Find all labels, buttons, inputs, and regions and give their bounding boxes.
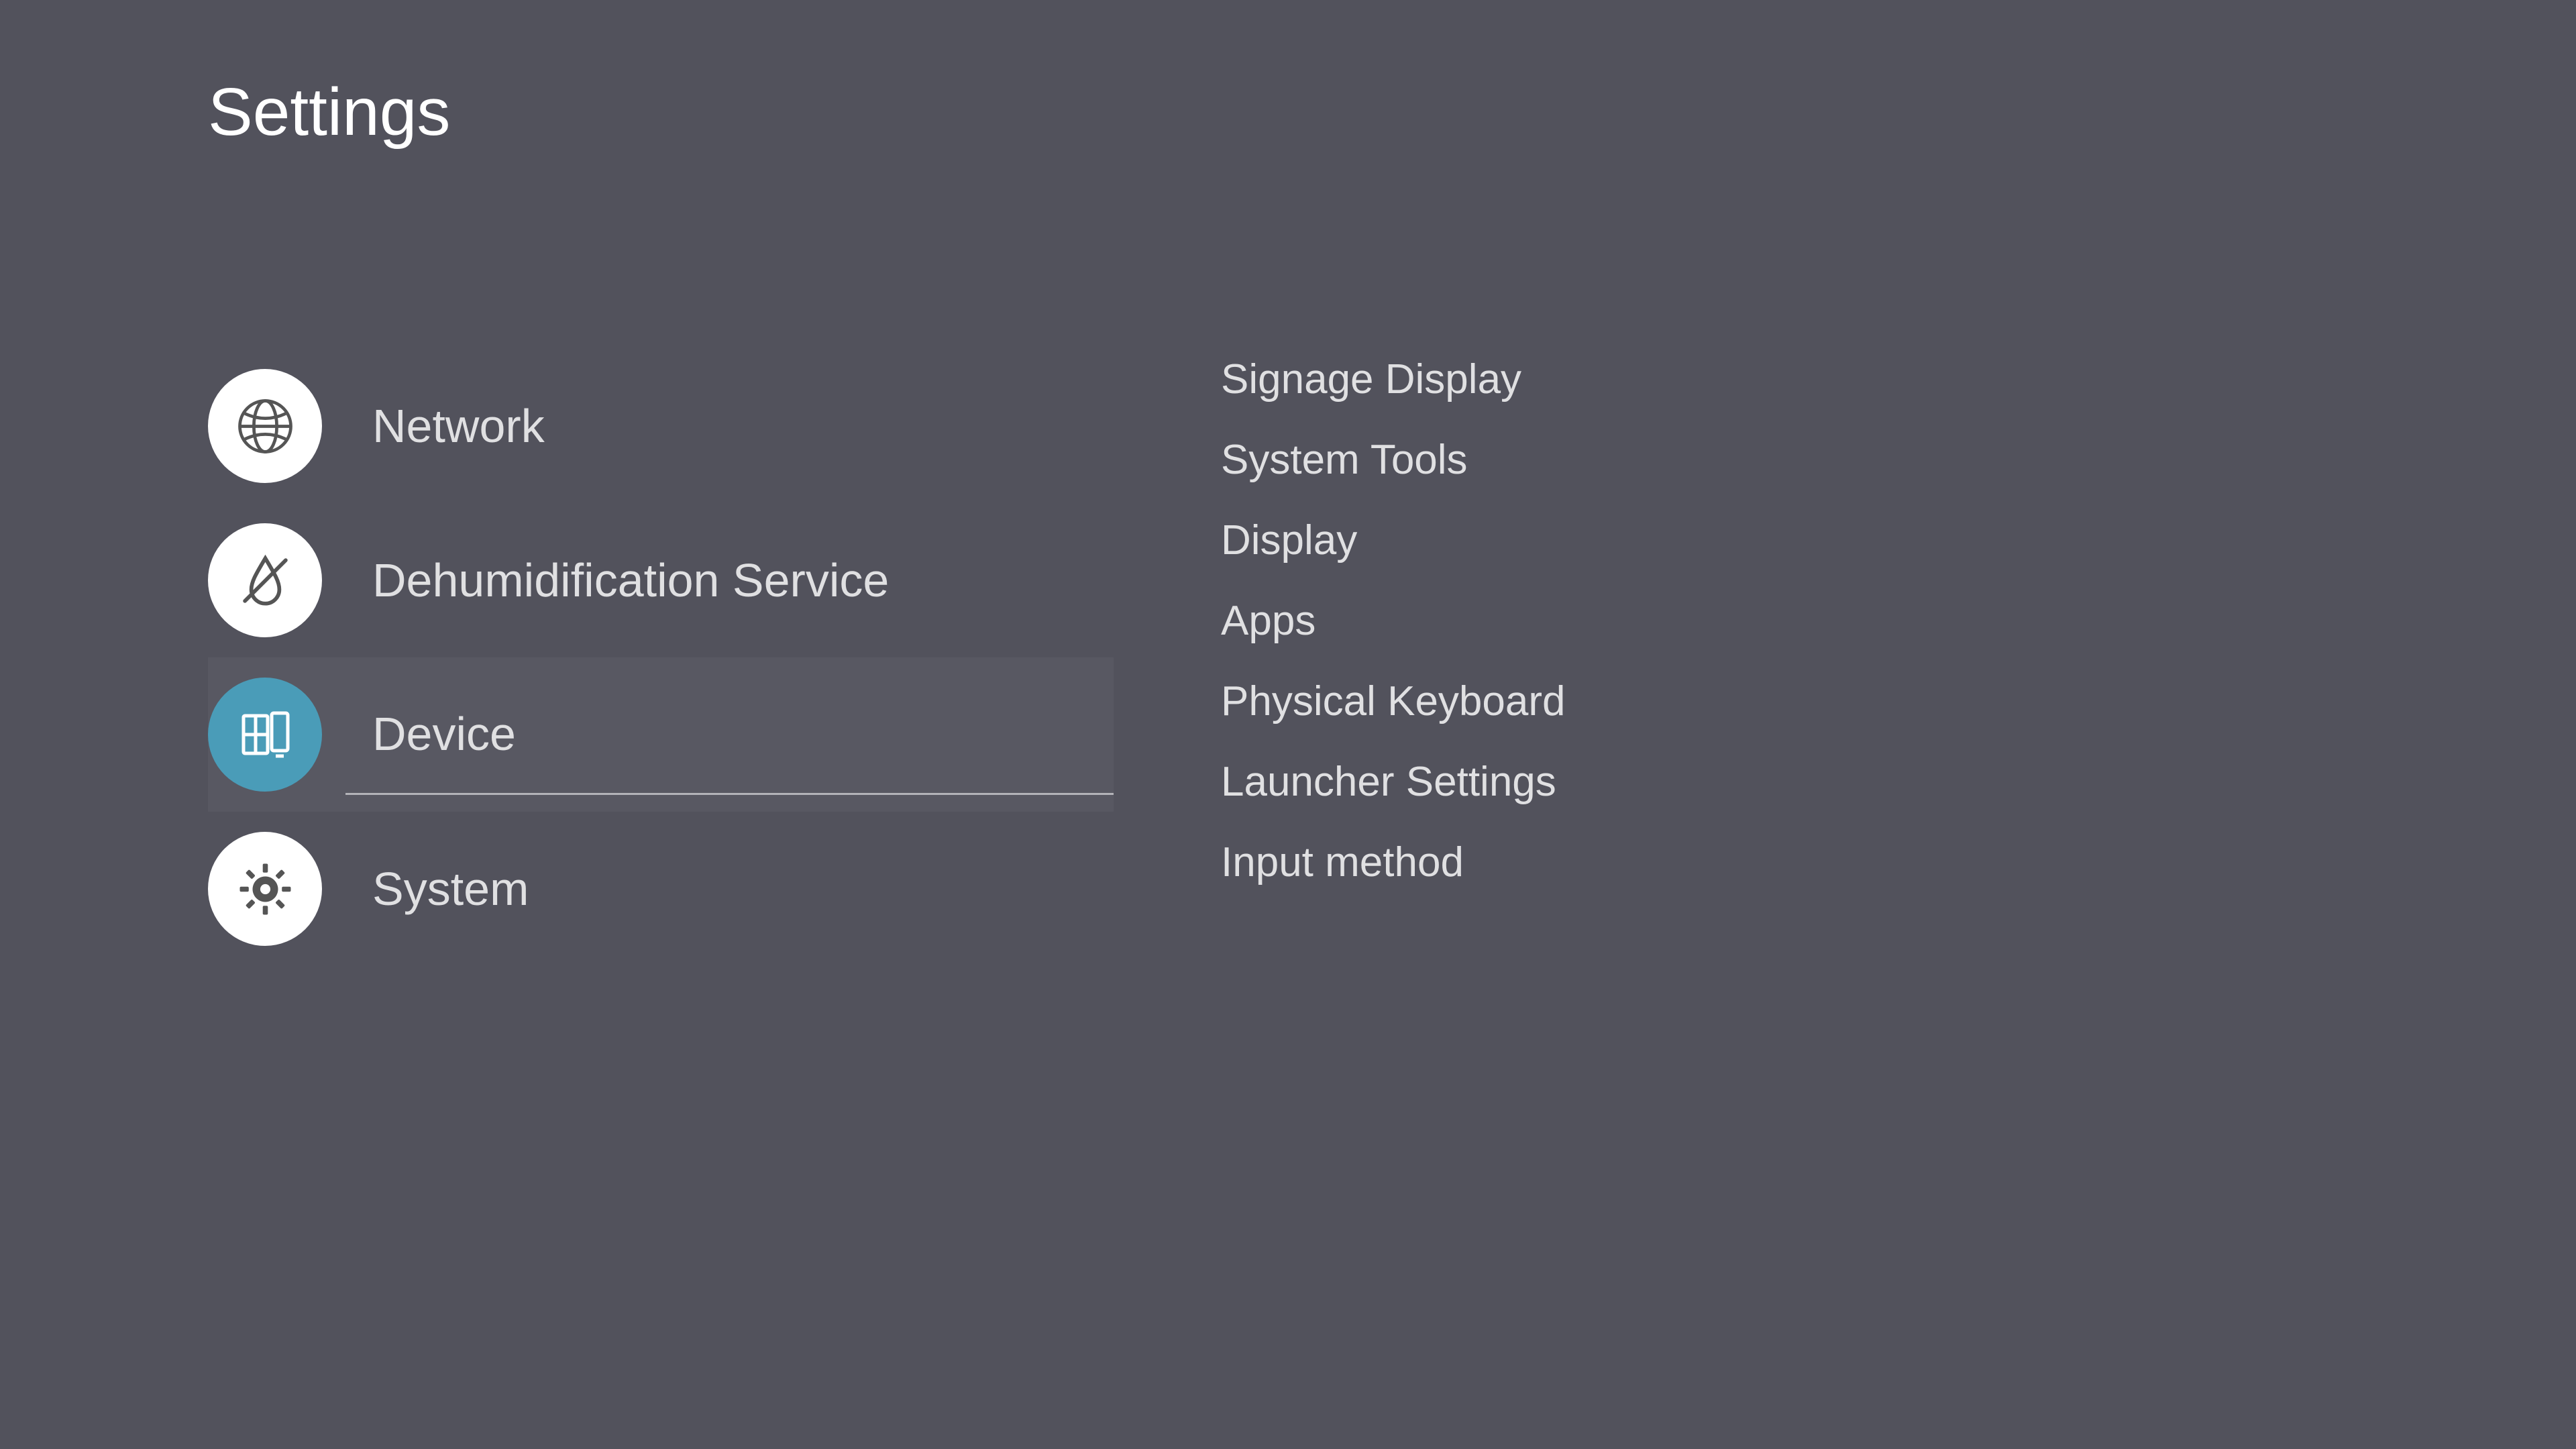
- settings-sidebar: Network Dehumidification Service: [208, 349, 1114, 966]
- detail-item-input-method[interactable]: Input method: [1221, 842, 1566, 883]
- sidebar-item-label-wrap: Device: [345, 674, 1114, 795]
- sidebar-item-device[interactable]: Device: [208, 657, 1114, 812]
- globe-icon: [208, 369, 322, 483]
- device-icon: [208, 678, 322, 792]
- sidebar-item-label: System: [372, 862, 529, 916]
- sidebar-item-dehumidification[interactable]: Dehumidification Service: [208, 503, 1114, 657]
- sidebar-item-label-wrap: Dehumidification Service: [345, 520, 1114, 641]
- sidebar-item-label: Dehumidification Service: [372, 553, 889, 607]
- gear-icon: [208, 832, 322, 946]
- detail-item-launcher-settings[interactable]: Launcher Settings: [1221, 761, 1566, 803]
- detail-item-display[interactable]: Display: [1221, 520, 1566, 561]
- sidebar-item-network[interactable]: Network: [208, 349, 1114, 503]
- page-title: Settings: [208, 74, 450, 151]
- detail-item-signage-display[interactable]: Signage Display: [1221, 359, 1566, 400]
- sidebar-item-label: Network: [372, 399, 545, 453]
- detail-item-system-tools[interactable]: System Tools: [1221, 439, 1566, 481]
- settings-page: Settings Network: [0, 0, 2576, 1449]
- sidebar-item-label-wrap: Network: [345, 366, 1114, 486]
- sidebar-item-system[interactable]: System: [208, 812, 1114, 966]
- detail-item-apps[interactable]: Apps: [1221, 600, 1566, 642]
- detail-item-physical-keyboard[interactable]: Physical Keyboard: [1221, 681, 1566, 722]
- sidebar-item-label-wrap: System: [345, 828, 1114, 949]
- device-detail-list: Signage Display System Tools Display App…: [1221, 359, 1566, 922]
- dehumidify-icon: [208, 523, 322, 637]
- sidebar-item-label: Device: [372, 707, 516, 761]
